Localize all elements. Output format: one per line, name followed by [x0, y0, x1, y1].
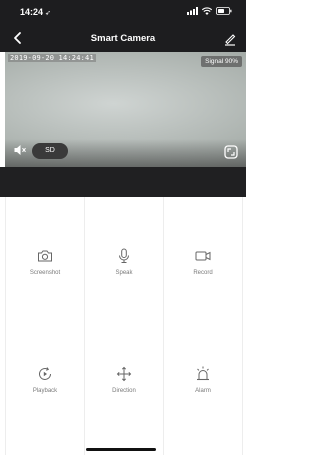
playback-icon [39, 367, 51, 380]
video-timestamp: 2019-09-20 14:24:41 [8, 54, 96, 62]
alarm-button[interactable]: Alarm [164, 365, 242, 475]
speaker-mute-icon[interactable] [13, 143, 27, 157]
direction-arrows-icon [116, 366, 132, 382]
video-toolbar-strip [0, 167, 246, 197]
status-time: 14:24 ➶ [20, 7, 51, 17]
microphone-icon [119, 248, 129, 263]
location-arrow-icon: ➶ [45, 10, 51, 17]
screenshot-button[interactable]: Screenshot [6, 247, 84, 357]
top-bar: 14:24 ➶ Smart Camera [0, 0, 246, 52]
nav-bar: Smart Camera [0, 26, 246, 50]
battery-icon [216, 7, 232, 15]
alarm-siren-icon [197, 366, 209, 381]
record-button[interactable]: Record [164, 247, 242, 357]
quality-toggle-button[interactable]: SD [32, 143, 68, 159]
page-title: Smart Camera [90, 33, 156, 44]
status-icons [187, 7, 232, 15]
home-indicator[interactable] [86, 448, 156, 451]
camera-icon [38, 250, 52, 262]
playback-button[interactable]: Playback [6, 365, 84, 475]
fullscreen-icon[interactable] [224, 145, 238, 159]
wifi-icon [202, 7, 212, 15]
status-bar: 14:24 ➶ [0, 0, 246, 24]
edit-pencil-icon[interactable] [222, 31, 238, 47]
direction-button[interactable]: Direction [85, 365, 163, 475]
controls-grid: Screenshot Speak Record Playback Directi… [5, 197, 243, 455]
signal-badge: Signal 90% [201, 56, 242, 67]
speak-button[interactable]: Speak [85, 247, 163, 357]
cellular-signal-icon [187, 7, 198, 15]
camera-video-preview[interactable]: 2019-09-20 14:24:41 Signal 90% SD [5, 52, 246, 167]
video-camera-icon [195, 251, 211, 261]
